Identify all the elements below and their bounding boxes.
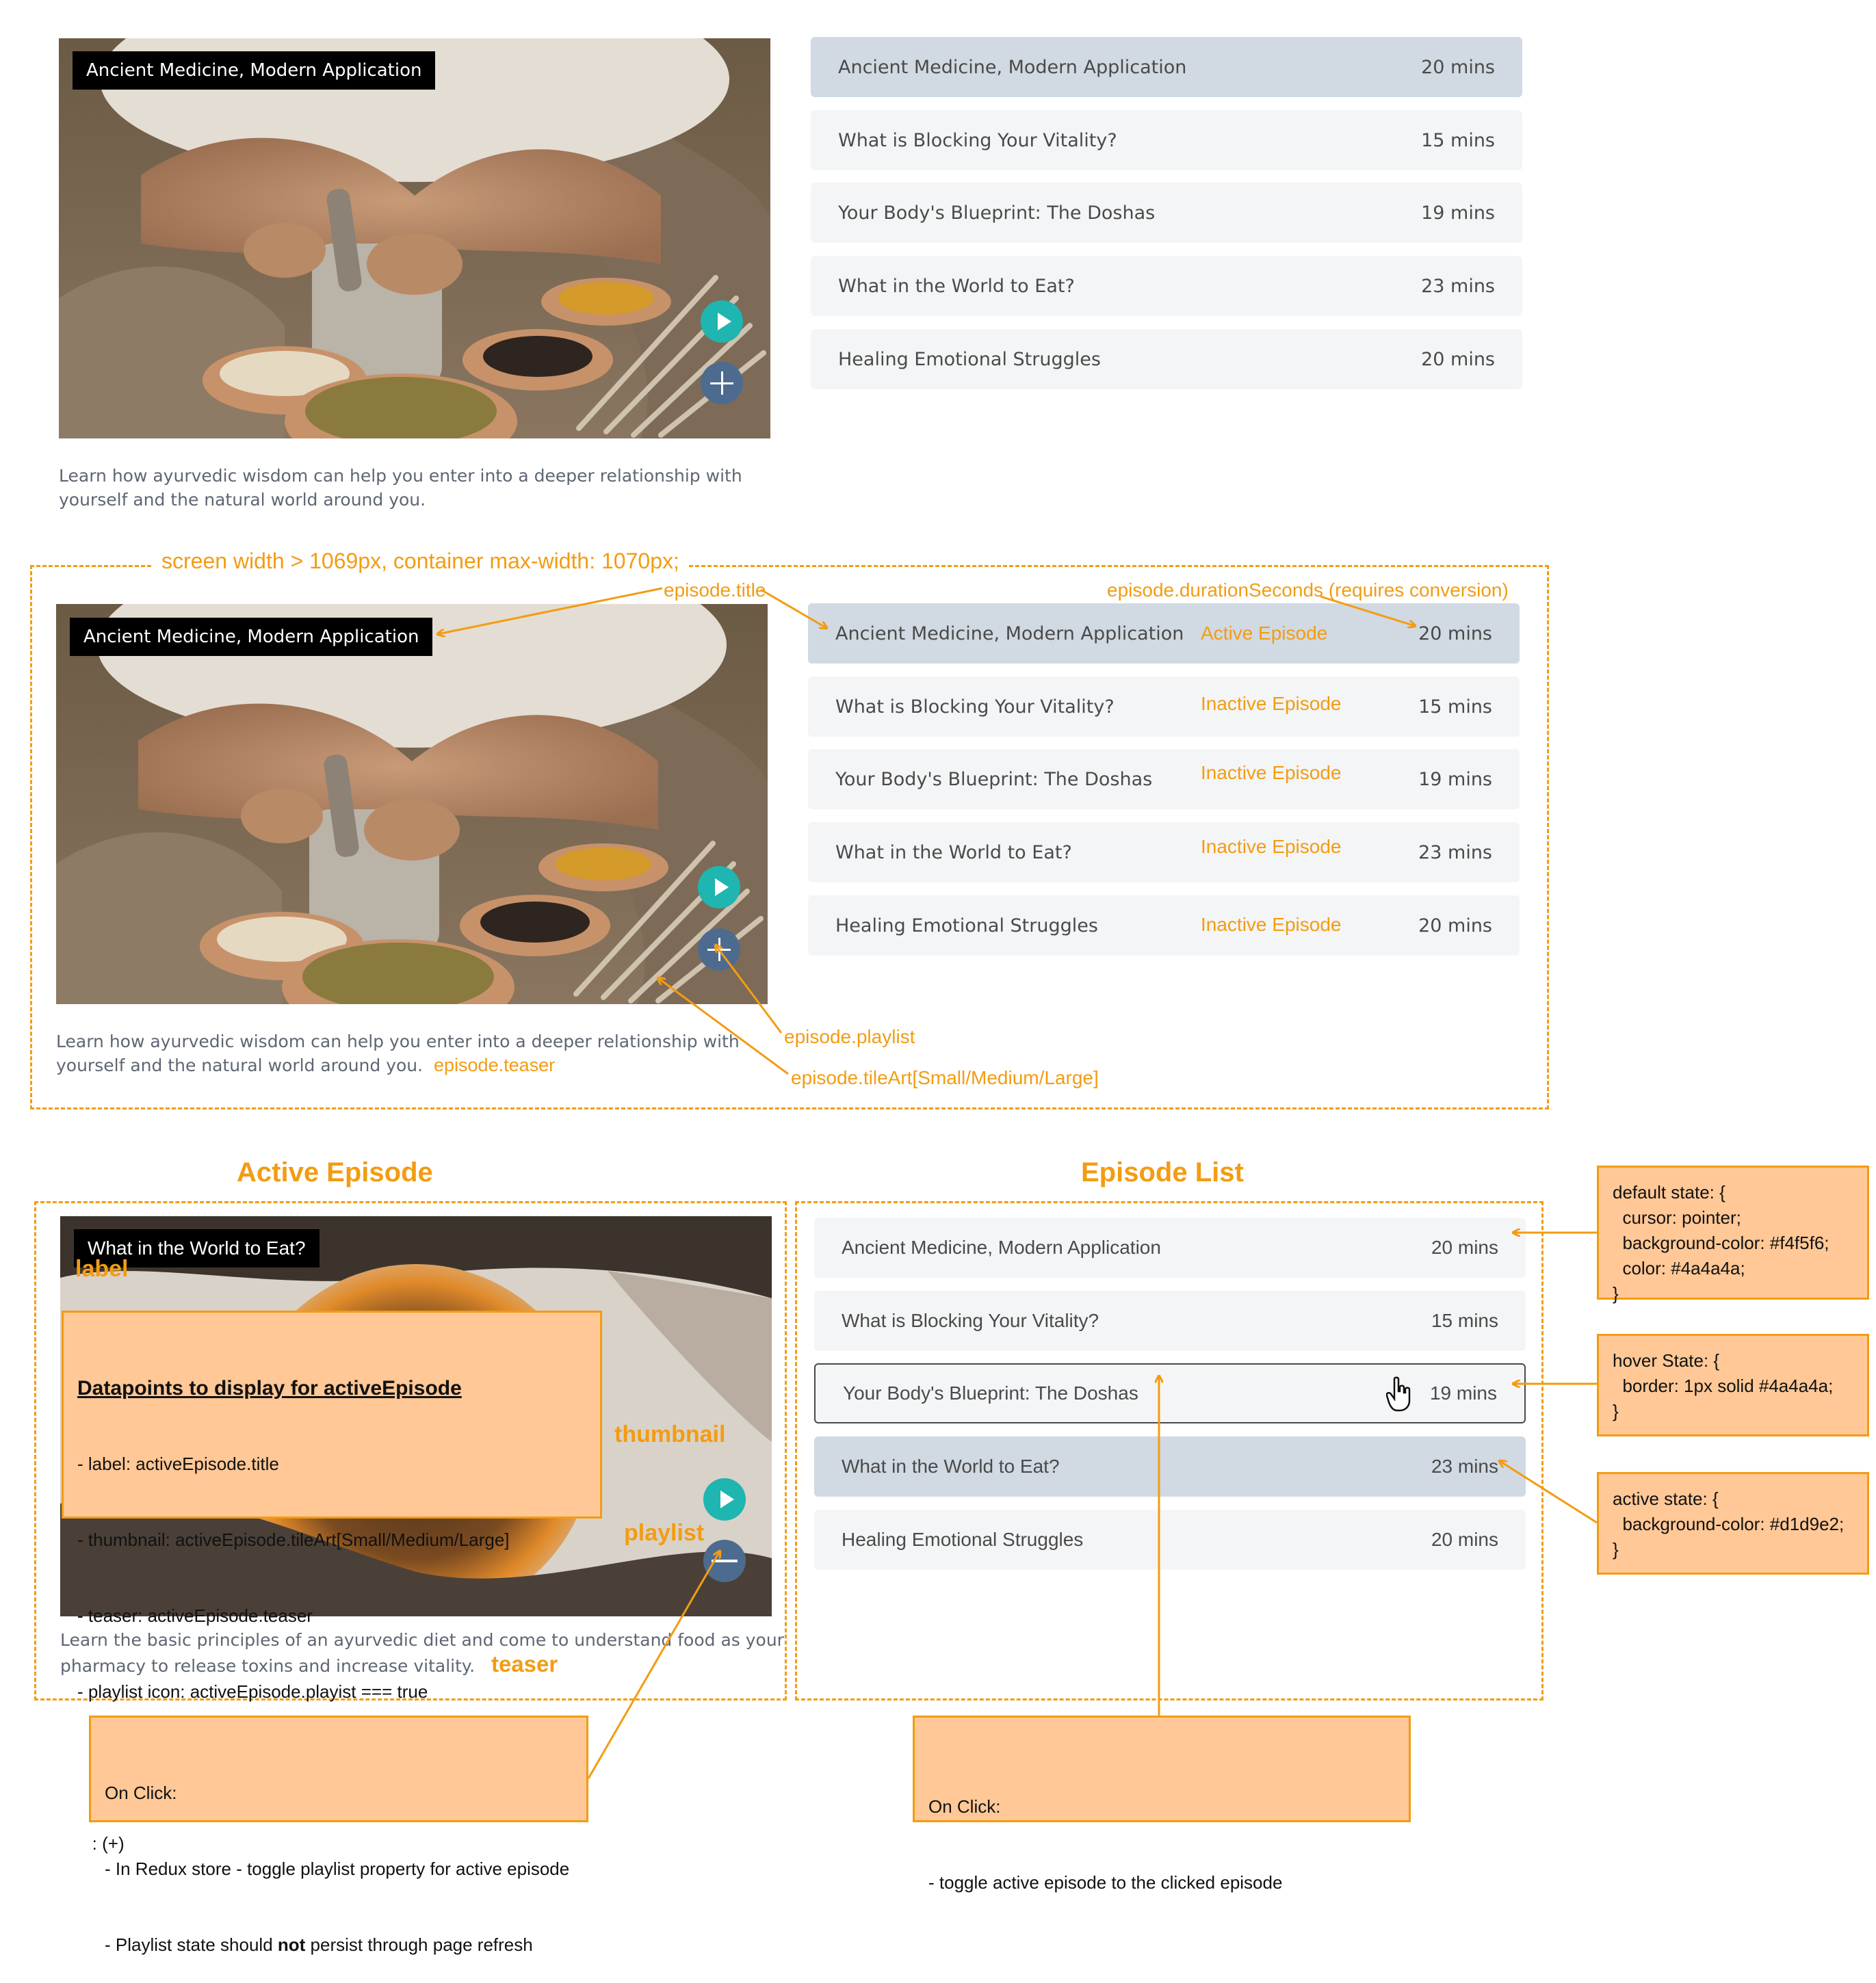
annotation-arrows <box>0 587 1598 1779</box>
